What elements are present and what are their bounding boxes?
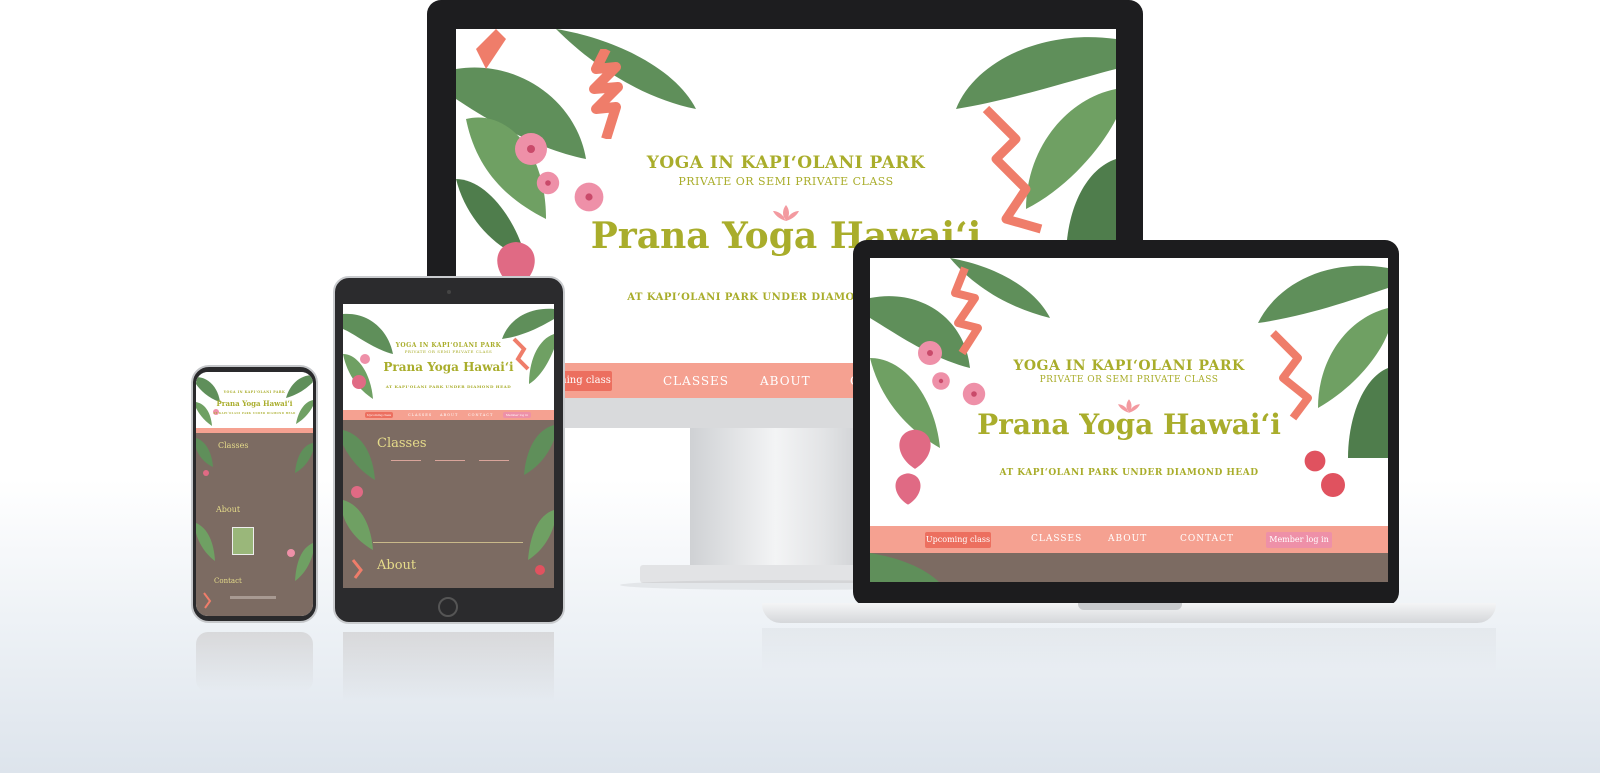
brand-title: Prana Yoga Hawai‘i [977,408,1281,441]
upcoming-class-button[interactable]: Upcoming class [365,412,393,418]
class-card [435,460,465,500]
class-card [479,460,509,500]
tagline: AT KAPI‘OLANI PARK UNDER DIAMOND HEAD [213,412,296,415]
nav-bar: Upcoming class CLASSES ABOUT CONTACT Mem… [343,410,554,420]
section-about-title: About [377,558,417,573]
section-classes-title: Classes [218,441,249,450]
nav-bar: Upcoming class CLASSES ABOUT CONTACT Mem… [870,526,1388,553]
content-area: Classes About Contact [196,433,313,616]
class-card [391,460,421,500]
section-classes-title: Classes [377,436,427,451]
brand-title: Prana Yoga Hawai‘i [383,360,514,374]
member-login-button[interactable]: Member log in [503,412,531,418]
floor-reflection [343,632,554,702]
headline: YOGA IN KAPI‘OLANI PARK [1013,358,1245,374]
subheadline: PRIVATE OR SEMI PRIVATE CLASS [678,175,894,188]
laptop-screen: YOGA IN KAPI‘OLANI PARK PRIVATE OR SEMI … [870,258,1388,582]
tablet-home-button [438,597,458,617]
nav-contact[interactable]: CONTACT [1180,534,1234,544]
nav-classes[interactable]: CLASSES [663,374,729,388]
banana-leaves-illustration [524,425,554,575]
phone-screen: YOGA IN KAPI‘OLANI PARK Prana Yoga Hawai… [196,372,313,616]
banana-leaves-illustration [196,438,313,609]
tagline: AT KAPI‘OLANI PARK UNDER DIAMOND HEAD [999,468,1259,478]
tablet-camera [447,290,451,294]
hero: YOGA IN KAPI‘OLANI PARK Prana Yoga Hawai… [196,372,313,428]
nav-contact[interactable]: CONTACT [468,413,493,417]
heliconia-flower-illustration [589,49,623,139]
floor-reflection [196,632,313,692]
nav-classes[interactable]: CLASSES [1031,534,1082,544]
laptop-notch [1078,603,1182,610]
nav-about[interactable]: ABOUT [760,374,811,388]
banana-leaves-illustration [502,308,554,384]
nav-about[interactable]: ABOUT [1108,534,1147,544]
contact-field [230,596,276,599]
upcoming-class-button[interactable]: Upcoming class [925,532,991,548]
section-contact-title: Contact [214,577,242,585]
class-cards [383,460,518,510]
divider [373,542,523,543]
tablet-screen: YOGA IN KAPI‘OLANI PARK PRIVATE OR SEMI … [343,304,554,588]
headline: YOGA IN KAPI‘OLANI PARK [646,153,926,173]
floor-reflection [762,628,1496,673]
banana-leaves-illustration [870,553,939,582]
content-area [870,553,1388,582]
banana-leaves-illustration [343,313,393,399]
content-area: Classes About [343,420,554,588]
headline: YOGA IN KAPI‘OLANI PARK [395,342,502,349]
nav-classes[interactable]: CLASSES [408,413,432,417]
brand-title: Prana Yoga Hawai‘i [216,399,293,408]
hero: YOGA IN KAPI‘OLANI PARK PRIVATE OR SEMI … [870,258,1388,526]
subheadline: PRIVATE OR SEMI PRIVATE CLASS [1039,375,1219,385]
monitor-stand [690,428,880,568]
nav-about[interactable]: ABOUT [440,413,458,417]
hero: YOGA IN KAPI‘OLANI PARK PRIVATE OR SEMI … [343,304,554,410]
about-photo [232,527,254,555]
tagline: AT KAPI‘OLANI PARK UNDER DIAMOND HEAD [385,384,512,389]
subheadline: PRIVATE OR SEMI PRIVATE CLASS [404,349,493,354]
member-login-button[interactable]: Member log in [1266,532,1332,548]
section-about-title: About [216,505,241,514]
headline: YOGA IN KAPI‘OLANI PARK [223,390,286,394]
